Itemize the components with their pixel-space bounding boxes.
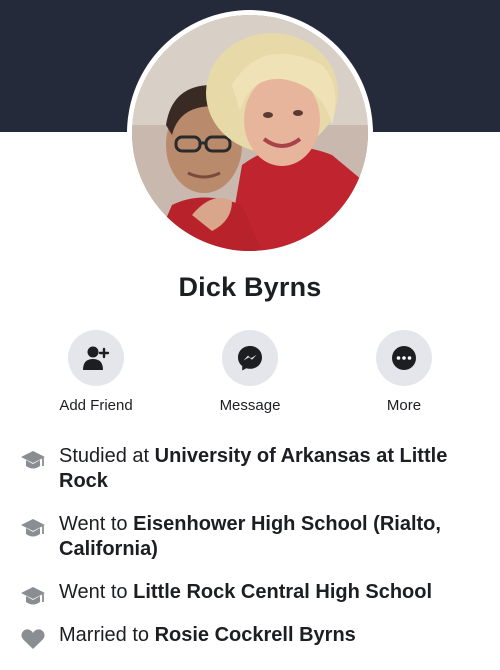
detail-value[interactable]: Little Rock Central High School	[133, 581, 432, 603]
detail-value[interactable]: Rosie Cockrell Byrns	[155, 624, 356, 646]
add-friend-icon	[83, 346, 110, 370]
detail-prefix: Went to	[59, 581, 134, 603]
heart-icon	[21, 629, 45, 649]
more-label: More	[386, 397, 422, 414]
profile-actions: Add Friend Message More	[0, 330, 500, 420]
profile-name: Dick Byrns	[178, 272, 322, 302]
detail-text: Studied at University of Arkansas at Lit…	[59, 444, 479, 494]
detail-prefix: Went to	[59, 513, 134, 535]
message-button-circle[interactable]	[222, 330, 278, 386]
education-icon	[21, 519, 45, 537]
more-button-circle[interactable]	[376, 330, 432, 386]
messenger-icon	[238, 346, 262, 371]
message-label: Message	[219, 397, 281, 414]
education-icon	[21, 587, 45, 605]
detail-prefix: Studied at	[59, 445, 155, 467]
scroll-fade	[0, 650, 500, 670]
detail-text: Went to Little Rock Central High School	[59, 580, 479, 605]
more-icon	[392, 346, 416, 370]
education-icon	[21, 451, 45, 469]
profile-picture[interactable]	[127, 10, 373, 256]
detail-text: Went to Eisenhower High School (Rialto, …	[59, 512, 479, 562]
detail-text: Married to Rosie Cockrell Byrns	[59, 623, 479, 648]
detail-prefix: Married to	[59, 624, 155, 646]
add-friend-button-circle[interactable]	[68, 330, 124, 386]
more-button[interactable]: More	[344, 330, 464, 414]
message-button[interactable]: Message	[190, 330, 310, 414]
add-friend-button[interactable]: Add Friend	[36, 330, 156, 414]
profile-photo-image	[132, 15, 368, 251]
add-friend-label: Add Friend	[59, 397, 133, 414]
profile-photo[interactable]	[132, 15, 368, 251]
